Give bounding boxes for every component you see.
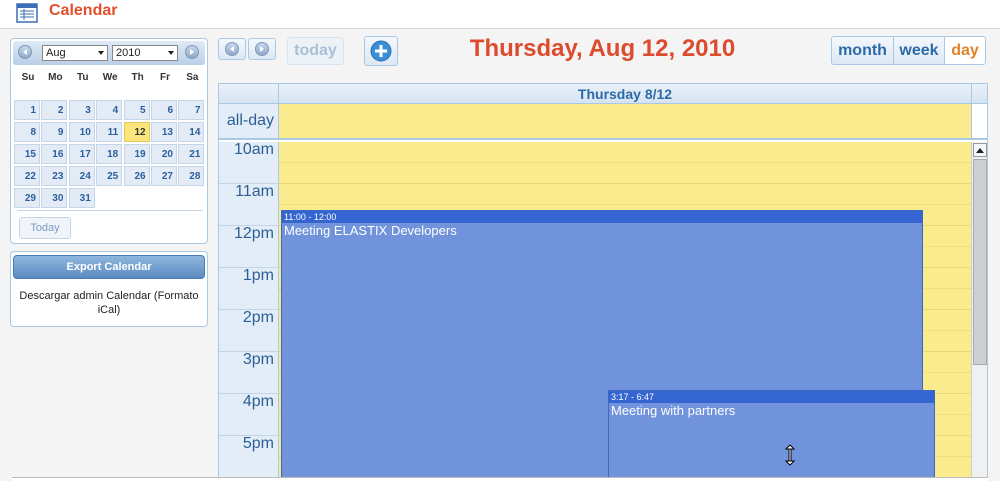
day-cell[interactable]: 6	[151, 100, 177, 120]
app-title: Calendar	[49, 2, 118, 19]
arrow-up-icon	[976, 147, 984, 153]
hour-label: 5pm	[219, 436, 278, 478]
day-cell[interactable]: 10	[68, 122, 95, 142]
year-select[interactable]: 2010	[112, 45, 178, 61]
calendar-content: Aug 2010 Su Mo Tu We Th Fr Sa 1 2 3 4 5 6 7 8 9 10 11 12 1…	[0, 29, 1000, 481]
day-cell[interactable]: 20	[151, 144, 177, 164]
day-cell[interactable]: 12	[123, 122, 150, 142]
download-ical-link[interactable]: Descargar admin Calendar (Formato iCal)	[11, 289, 207, 317]
hour-label: 2pm	[219, 310, 278, 352]
current-date-title: Thursday, Aug 12, 2010	[469, 35, 736, 62]
event-title: Meeting with partners	[611, 403, 736, 418]
event-meeting-partners[interactable]: 3:17 - 6:47 Meeting with partners =	[608, 390, 935, 480]
weekday-label: Su	[21, 72, 35, 83]
day-cell[interactable]: 30	[41, 188, 68, 208]
day-cell[interactable]: 31	[68, 188, 95, 208]
day-cell[interactable]: 9	[41, 122, 68, 142]
footer-edge	[12, 477, 988, 481]
scroll-up-button[interactable]	[973, 143, 987, 157]
day-column-header: Thursday 8/12	[278, 84, 971, 104]
day-view-button[interactable]: day	[944, 36, 986, 65]
grid-corner	[219, 84, 278, 104]
day-cell[interactable]: 5	[123, 100, 150, 120]
allday-label: all-day	[219, 104, 278, 140]
day-cell[interactable]: 2	[41, 100, 68, 120]
hour-slot[interactable]	[278, 142, 971, 184]
hour-label: 12pm	[219, 226, 278, 268]
day-cell[interactable]: 27	[151, 166, 177, 186]
next-month-button[interactable]	[185, 45, 199, 59]
today-button[interactable]: today	[287, 37, 344, 65]
day-view-grid: Thursday 8/12 all-day 10am 11am 12pm 1pm 2pm…	[218, 83, 988, 481]
hour-label: 3pm	[219, 352, 278, 394]
event-title: Meeting ELASTIX Developers	[284, 223, 457, 238]
day-cell[interactable]: 7	[178, 100, 205, 120]
allday-right-gutter	[971, 104, 987, 140]
resize-cursor-icon	[785, 444, 795, 466]
day-cell[interactable]: 3	[68, 100, 95, 120]
day-cell[interactable]: 25	[96, 166, 123, 186]
day-cell[interactable]: 29	[14, 188, 40, 208]
chevron-left-icon	[225, 42, 239, 56]
scrollbar[interactable]	[971, 142, 987, 480]
view-switcher: month week day	[831, 36, 986, 65]
day-cell[interactable]: 1	[14, 100, 40, 120]
day-cell[interactable]: 22	[14, 166, 40, 186]
day-cell[interactable]: 16	[41, 144, 68, 164]
scroll-thumb[interactable]	[973, 159, 987, 365]
calendar-icon	[16, 3, 38, 23]
divider	[17, 210, 203, 211]
event-time: 3:17 - 6:47	[609, 391, 934, 403]
chevron-left-icon	[23, 49, 27, 55]
grid-corner-right	[971, 84, 987, 104]
day-cell[interactable]: 14	[178, 122, 205, 142]
day-cell[interactable]: 23	[41, 166, 68, 186]
prev-month-button[interactable]	[18, 45, 32, 59]
chevron-down-icon	[98, 51, 104, 55]
weekday-label: Fr	[160, 72, 170, 83]
day-cell[interactable]: 24	[68, 166, 95, 186]
weekday-label: We	[102, 72, 118, 83]
day-cell[interactable]: 28	[178, 166, 205, 186]
mini-calendar: Aug 2010 Su Mo Tu We Th Fr Sa 1 2 3 4 5 6 7 8 9 10 11 12 1…	[10, 38, 208, 244]
add-event-icon	[370, 40, 392, 62]
hour-label: 11am	[219, 184, 278, 226]
day-cell[interactable]: 19	[123, 144, 150, 164]
weekday-label: Th	[131, 72, 144, 83]
month-view-button[interactable]: month	[831, 36, 894, 65]
week-view-button[interactable]: week	[893, 36, 945, 65]
chevron-right-icon	[255, 42, 269, 56]
day-cell[interactable]: 4	[96, 100, 123, 120]
hour-label: 10am	[219, 142, 278, 184]
month-select-value: Aug	[46, 47, 66, 59]
next-button[interactable]	[248, 38, 276, 60]
day-cell[interactable]: 21	[178, 144, 205, 164]
app-header: Calendar	[0, 0, 1000, 29]
day-cell[interactable]: 18	[96, 144, 123, 164]
prev-button[interactable]	[218, 38, 246, 60]
event-time: 11:00 - 12:00	[282, 211, 922, 223]
allday-slot[interactable]	[278, 104, 971, 140]
mini-today-button[interactable]: Today	[19, 217, 71, 239]
month-select[interactable]: Aug	[42, 45, 108, 61]
weekday-label: Tu	[77, 72, 89, 83]
export-panel: Export Calendar Descargar admin Calendar…	[10, 251, 208, 327]
add-event-button[interactable]	[364, 36, 398, 66]
day-cell[interactable]: 13	[151, 122, 177, 142]
day-cell[interactable]: 11	[96, 122, 123, 142]
chevron-down-icon	[168, 51, 174, 55]
export-calendar-button[interactable]: Export Calendar	[13, 255, 205, 279]
hour-label: 1pm	[219, 268, 278, 310]
chevron-right-icon	[190, 49, 194, 55]
day-cell[interactable]: 8	[14, 122, 40, 142]
weekday-label: Mo	[48, 72, 63, 83]
year-select-value: 2010	[116, 47, 141, 59]
mini-calendar-header: Aug 2010	[13, 41, 205, 65]
hour-label: 4pm	[219, 394, 278, 436]
day-cell[interactable]: 17	[68, 144, 95, 164]
day-cell[interactable]: 15	[14, 144, 40, 164]
weekday-label: Sa	[186, 72, 199, 83]
day-cell[interactable]: 26	[123, 166, 150, 186]
